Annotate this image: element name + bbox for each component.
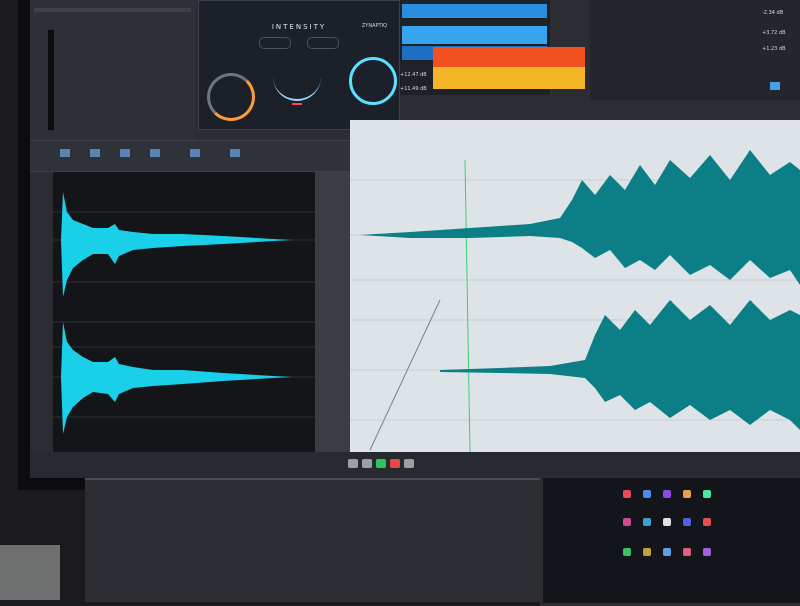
app-icon[interactable] [703, 490, 711, 498]
app-icon[interactable] [643, 518, 651, 526]
waveform-view-left[interactable] [53, 172, 315, 452]
output-knob[interactable] [349, 57, 397, 105]
meter-scale-panel: -2.34 dB +3.72 dB +1.23 dB [590, 0, 800, 100]
tool-icon[interactable] [120, 149, 130, 157]
app-icon[interactable] [663, 548, 671, 556]
cursor-icon [770, 82, 780, 90]
meter-bar-1 [402, 4, 547, 18]
tool-icon[interactable] [90, 149, 100, 157]
daw-mixer-panel [30, 0, 195, 140]
tool-icon[interactable] [230, 149, 240, 157]
tool-icon[interactable] [60, 149, 70, 157]
loudness-bar-yellow [433, 67, 585, 89]
region-divider [315, 172, 350, 452]
tool-icon[interactable] [150, 149, 160, 157]
indicator-line [292, 103, 302, 105]
app-icon[interactable] [683, 548, 691, 556]
app-icon[interactable] [623, 490, 631, 498]
app-icon[interactable] [623, 518, 631, 526]
app-icon[interactable] [703, 548, 711, 556]
app-icon[interactable] [683, 518, 691, 526]
readout-3: +1.23 dB [762, 46, 786, 52]
foreground-object [0, 545, 60, 600]
plugin-brand: ZYNAPTIQ [361, 23, 387, 29]
app-icon[interactable] [683, 490, 691, 498]
intensity-knob[interactable] [207, 73, 255, 121]
readout-2: +3.72 dB [762, 30, 786, 36]
record-button[interactable] [390, 459, 400, 468]
loudness-bar-orange [433, 47, 585, 67]
readout-4: +12.47 dB [400, 72, 427, 78]
rewind-button[interactable] [348, 459, 358, 468]
app-icon[interactable] [663, 518, 671, 526]
preset-button[interactable] [259, 37, 291, 49]
tool-icon[interactable] [190, 149, 200, 157]
laptop-lid [85, 478, 540, 602]
readout-1: -2.34 dB [762, 10, 784, 16]
play-button[interactable] [376, 459, 386, 468]
compare-button[interactable] [307, 37, 339, 49]
loop-button[interactable] [404, 459, 414, 468]
plugin-window: INTENSITY ZYNAPTIQ [198, 0, 400, 130]
menu-strip [34, 8, 191, 12]
channel-meter [48, 30, 54, 130]
app-icon[interactable] [623, 548, 631, 556]
meter-bar-2 [402, 26, 547, 44]
app-icon[interactable] [703, 518, 711, 526]
waveform-view-right[interactable] [350, 120, 800, 453]
readout-5: +11.49 dB [400, 86, 427, 92]
monitor-screen: INTENSITY ZYNAPTIQ +12.47 dB +11.49 dB -… [30, 0, 800, 478]
curve-display [273, 69, 321, 101]
stop-button[interactable] [362, 459, 372, 468]
app-icon[interactable] [663, 490, 671, 498]
app-icon[interactable] [643, 490, 651, 498]
tablet-device [540, 475, 800, 606]
app-icon[interactable] [643, 548, 651, 556]
